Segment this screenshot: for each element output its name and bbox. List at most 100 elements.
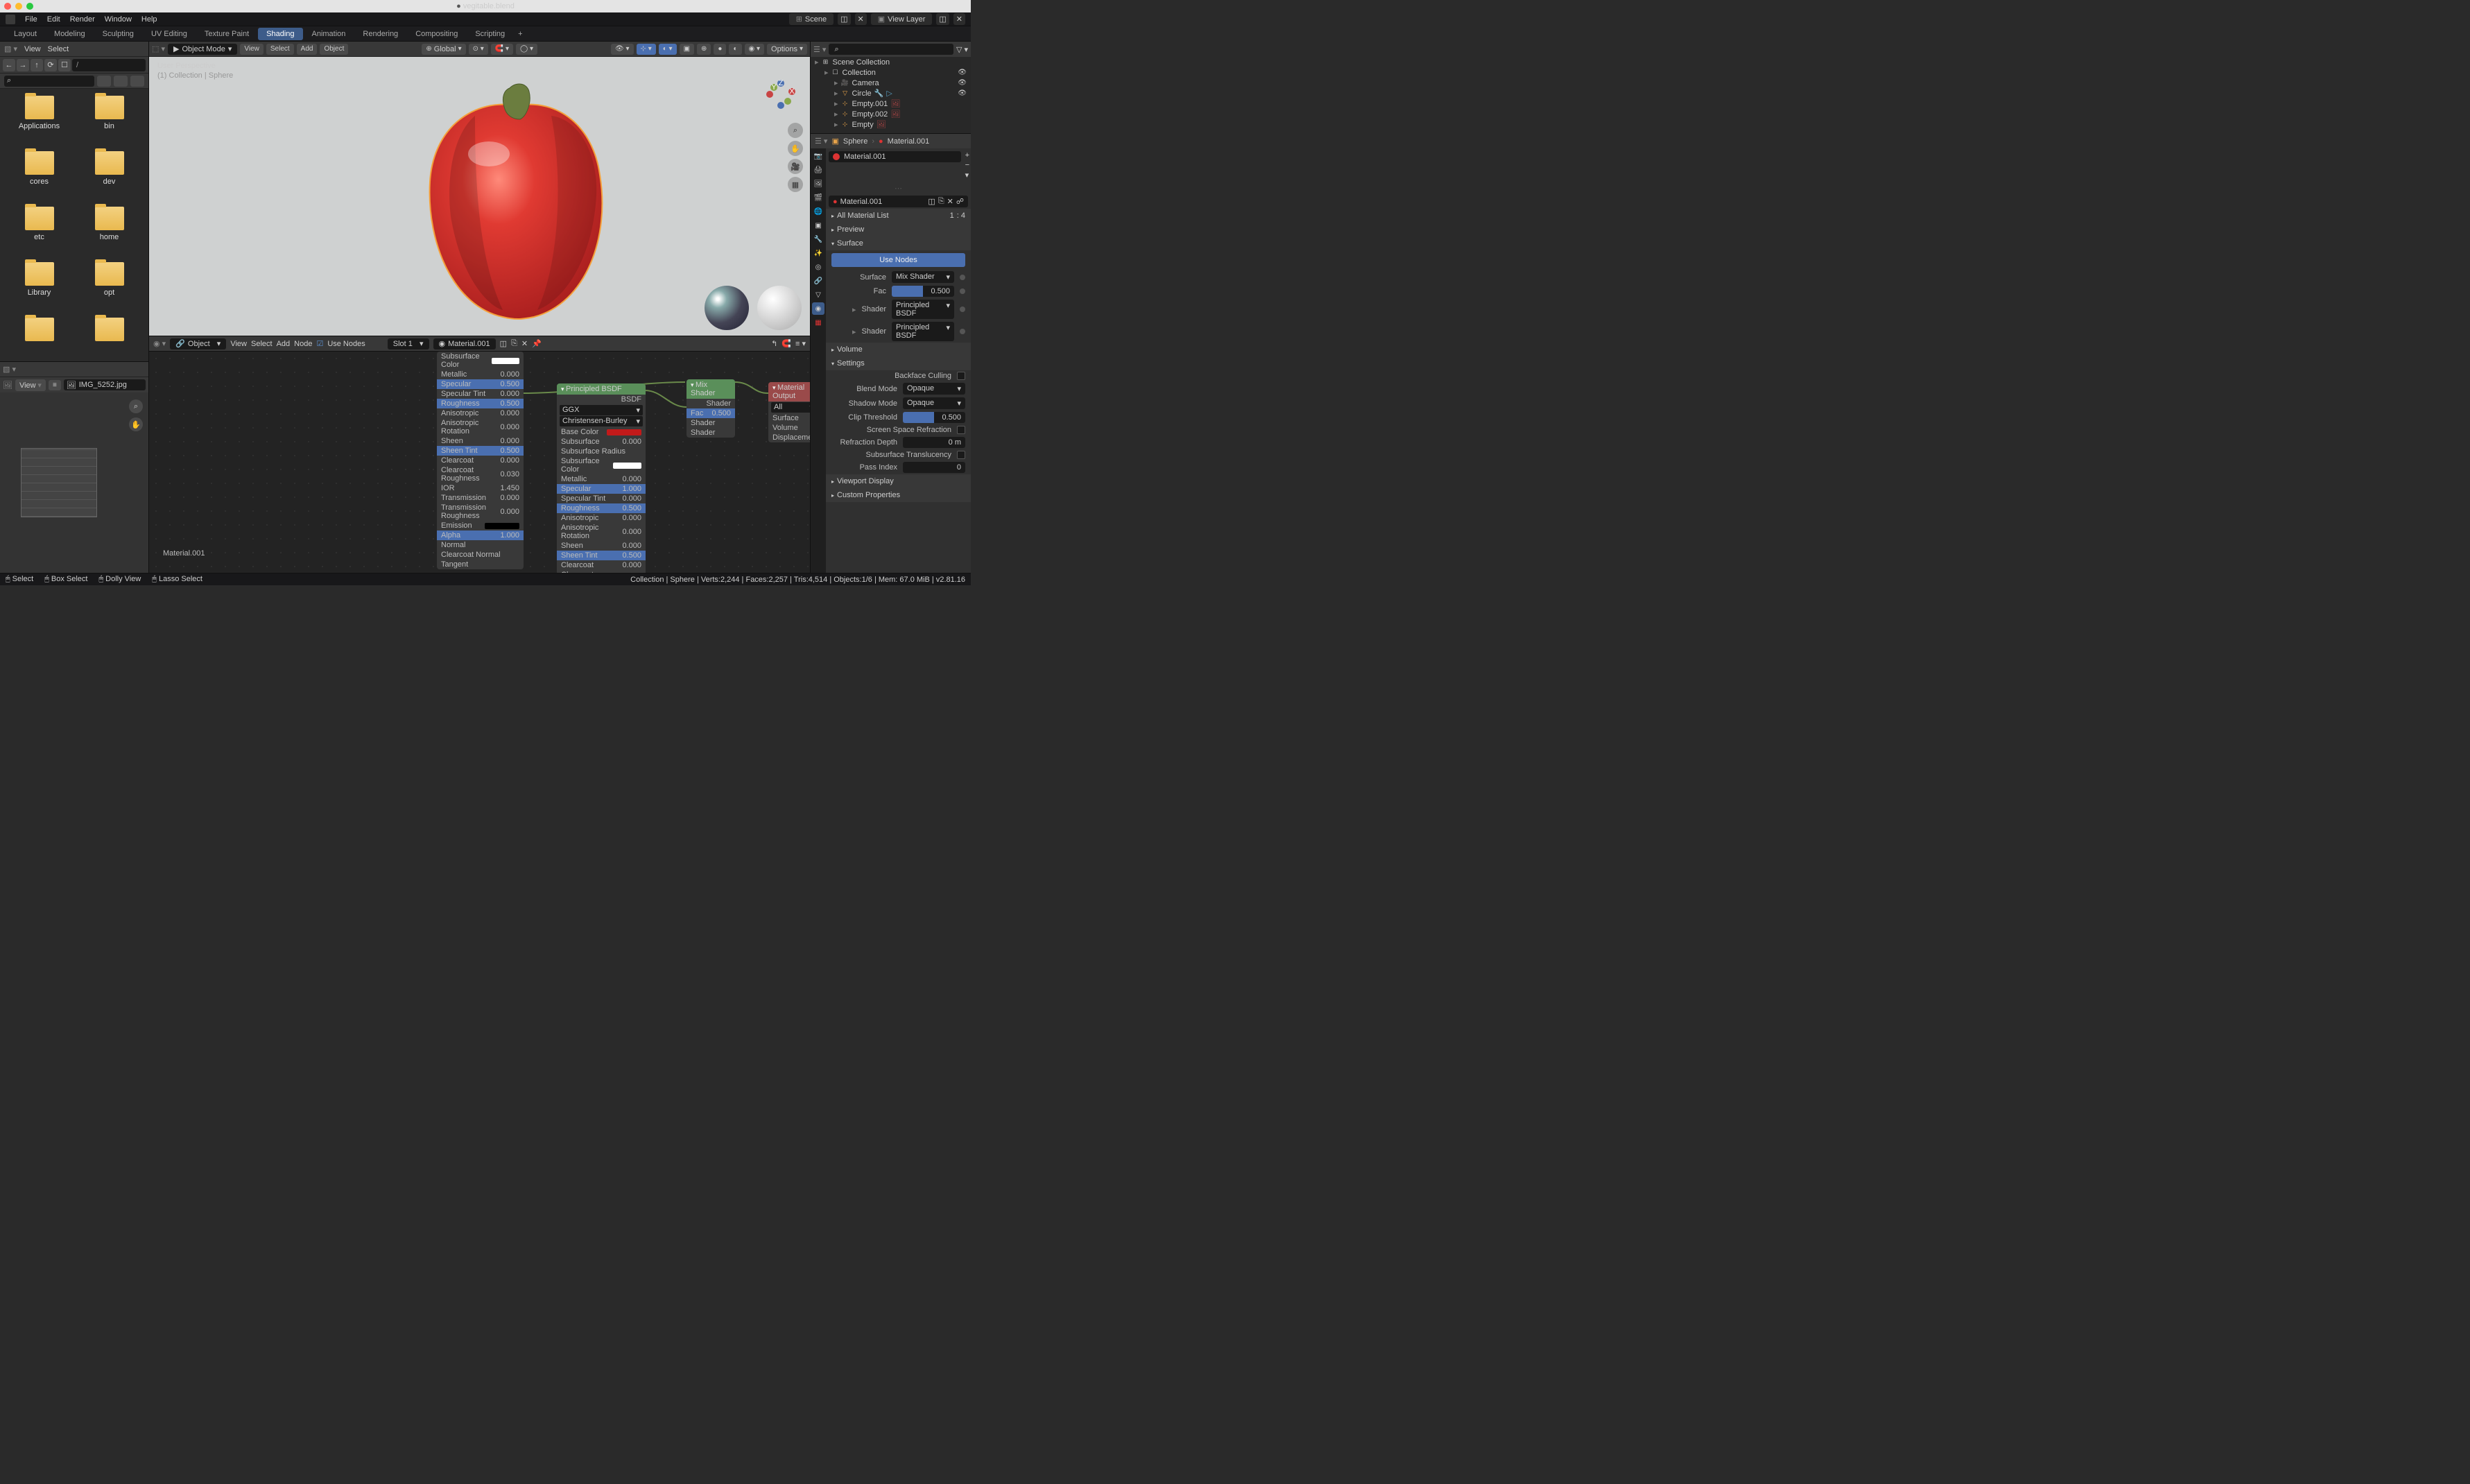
outliner-filter-icon[interactable]: ▽ ▾	[956, 45, 968, 54]
overlay-toggle[interactable]: ◐ ▾	[659, 44, 677, 55]
snap-toggle[interactable]: 🧲 ▾	[491, 44, 513, 55]
nodeeditor-type-icon[interactable]: ◉ ▾	[153, 339, 166, 348]
img-mode-icon[interactable]: 🖼	[3, 381, 12, 390]
output-target-dropdown[interactable]: All▾	[771, 402, 810, 413]
pivot-selector[interactable]: ⊙ ▾	[469, 44, 488, 55]
outliner-row[interactable]: ▸▽Circle 🔧 ▷👁	[811, 88, 971, 98]
prop-dropdown[interactable]: Principled BSDF▾	[892, 322, 954, 341]
input-socket-icon[interactable]	[960, 275, 965, 280]
prop-checkbox[interactable]	[957, 451, 965, 459]
tab-physics-props[interactable]: ◎	[812, 261, 824, 273]
folder-item[interactable]: bin	[77, 96, 141, 148]
node-input-row[interactable]: Subsurface Color	[557, 456, 646, 474]
mat-newuser-icon[interactable]: ◫	[500, 339, 507, 348]
node-input-row[interactable]: Clearcoat Roughness0.030	[557, 570, 646, 573]
prop-number[interactable]: 0 m	[903, 437, 965, 448]
node-input-row[interactable]: Roughness0.500	[437, 399, 524, 408]
scene-delete-icon[interactable]: ✕	[855, 13, 867, 25]
tab-texture-paint[interactable]: Texture Paint	[196, 28, 257, 40]
fb-menu-view[interactable]: View	[24, 45, 41, 53]
imgview-zoom-icon[interactable]: ⌕	[129, 399, 143, 413]
prop-checkbox[interactable]	[957, 372, 965, 380]
prop-slider[interactable]: 0.500	[903, 412, 965, 423]
mat-pin-icon[interactable]: 📌	[532, 339, 542, 348]
node-input-row[interactable]: Metallic0.000	[437, 370, 524, 379]
remove-slot-icon[interactable]: −	[965, 161, 969, 169]
node-input-row[interactable]: Displacement	[768, 433, 810, 442]
prop-dropdown[interactable]: Mix Shader▾	[892, 271, 954, 283]
node-add-menu[interactable]: Add	[277, 340, 291, 348]
folder-item[interactable]	[77, 318, 141, 361]
proportional-edit[interactable]: ◯ ▾	[516, 44, 537, 55]
mix-shader-node[interactable]: ▾ Mix Shader Shader Fac0.500ShaderShader	[686, 379, 735, 438]
node-select-menu[interactable]: Select	[251, 340, 273, 348]
visibility-eye-icon[interactable]: 👁	[958, 79, 967, 87]
node-input-row[interactable]: Subsurface0.000	[557, 437, 646, 447]
input-socket-icon[interactable]	[960, 307, 965, 312]
tab-scene-props[interactable]: 🎬	[812, 191, 824, 204]
principled-bsdf-node[interactable]: ▾ Principled BSDF BSDF GGX▾ Christensen-…	[557, 383, 646, 573]
folder-item[interactable]: cores	[7, 151, 71, 204]
node-input-row[interactable]: Clearcoat0.000	[437, 456, 524, 465]
orientation-selector[interactable]: ⊕ Global ▾	[422, 44, 465, 55]
viewlayer-browse-icon[interactable]: ◫	[936, 13, 949, 25]
tab-render-props[interactable]: 📷	[812, 150, 824, 162]
options-dropdown[interactable]: Options ▾	[767, 44, 807, 55]
section-preview[interactable]: ▸Preview	[826, 223, 971, 236]
node-input-row[interactable]: Sheen Tint0.500	[437, 446, 524, 456]
tab-modeling[interactable]: Modeling	[46, 28, 94, 40]
folder-item[interactable]: Library	[7, 262, 71, 315]
shading-wireframe[interactable]: ⊕	[697, 44, 711, 55]
outliner-type-icon[interactable]: ☰ ▾	[813, 45, 826, 54]
shader-node-partial[interactable]: Subsurface ColorMetallic0.000Specular0.5…	[437, 352, 524, 569]
node-input-row[interactable]: Anisotropic Rotation0.000	[557, 523, 646, 541]
visibility-eye-icon[interactable]: 👁	[958, 69, 967, 76]
node-input-row[interactable]: Sheen0.000	[557, 541, 646, 551]
3d-viewport[interactable]: User Perspective (1) Collection | Sphere	[149, 57, 810, 336]
folder-item[interactable]	[7, 318, 71, 361]
outliner[interactable]: ▸⊞Scene Collection▸☐Collection👁▸🎥Camera👁…	[811, 57, 971, 133]
vp-add-menu[interactable]: Add	[297, 44, 318, 55]
object-visibility[interactable]: 👁 ▾	[611, 44, 634, 55]
section-settings[interactable]: ▾Settings	[826, 356, 971, 370]
outliner-row[interactable]: ▸⊹Empty.002 🖼	[811, 109, 971, 119]
camera-view-icon[interactable]: 🎥	[788, 159, 803, 174]
shading-rendered[interactable]: ◉ ▾	[745, 44, 765, 55]
mat-newuser-icon[interactable]: ◫	[928, 197, 935, 206]
img-editor-type-icon[interactable]: ▧ ▾	[3, 365, 16, 374]
close-window-button[interactable]	[4, 3, 11, 10]
prop-slider[interactable]: 0.500	[892, 286, 954, 297]
node-input-row[interactable]: Specular Tint0.000	[557, 494, 646, 503]
use-nodes-checkbox[interactable]: ☑	[316, 339, 323, 348]
shading-solid[interactable]: ●	[714, 44, 726, 55]
node-view-menu[interactable]: View	[230, 340, 247, 348]
nav-up-icon[interactable]: ↑	[31, 59, 43, 71]
node-input-row[interactable]: Surface	[768, 413, 810, 423]
minimize-window-button[interactable]	[15, 3, 22, 10]
xray-toggle[interactable]: ▣	[680, 44, 694, 55]
filter-icon[interactable]	[130, 76, 144, 87]
prop-dropdown[interactable]: Opaque▾	[903, 383, 965, 395]
folder-item[interactable]: Applications	[7, 96, 71, 148]
fb-menu-select[interactable]: Select	[48, 45, 69, 53]
tab-object-props[interactable]: ▣	[812, 219, 824, 232]
vp-object-menu[interactable]: Object	[320, 44, 348, 55]
node-input-row[interactable]: Subsurface Radius	[557, 447, 646, 456]
slot-menu-icon[interactable]: ▾	[965, 171, 969, 180]
node-input-row[interactable]: Specular1.000	[557, 484, 646, 494]
tab-uv-editing[interactable]: UV Editing	[143, 28, 196, 40]
shading-material[interactable]: ◐	[729, 44, 741, 55]
add-workspace-button[interactable]: +	[514, 28, 526, 40]
tab-world-props[interactable]: 🌐	[812, 205, 824, 218]
section-surface[interactable]: ▾Surface	[826, 236, 971, 250]
tab-layout[interactable]: Layout	[6, 28, 45, 40]
mode-selector[interactable]: ▶ Object Mode ▾	[168, 44, 237, 55]
material-name-input[interactable]: ● Material.001 ◫ ⎘ ✕ ☍	[829, 196, 968, 207]
input-socket-icon[interactable]	[960, 288, 965, 294]
tab-output-props[interactable]: 🖨	[812, 164, 824, 176]
maximize-window-button[interactable]	[26, 3, 33, 10]
tab-mesh-props[interactable]: ▽	[812, 288, 824, 301]
material-slot-selector[interactable]: Slot 1 ▾	[388, 338, 429, 350]
node-input-row[interactable]: Transmission0.000	[437, 493, 524, 503]
prop-number[interactable]: 0	[903, 462, 965, 473]
